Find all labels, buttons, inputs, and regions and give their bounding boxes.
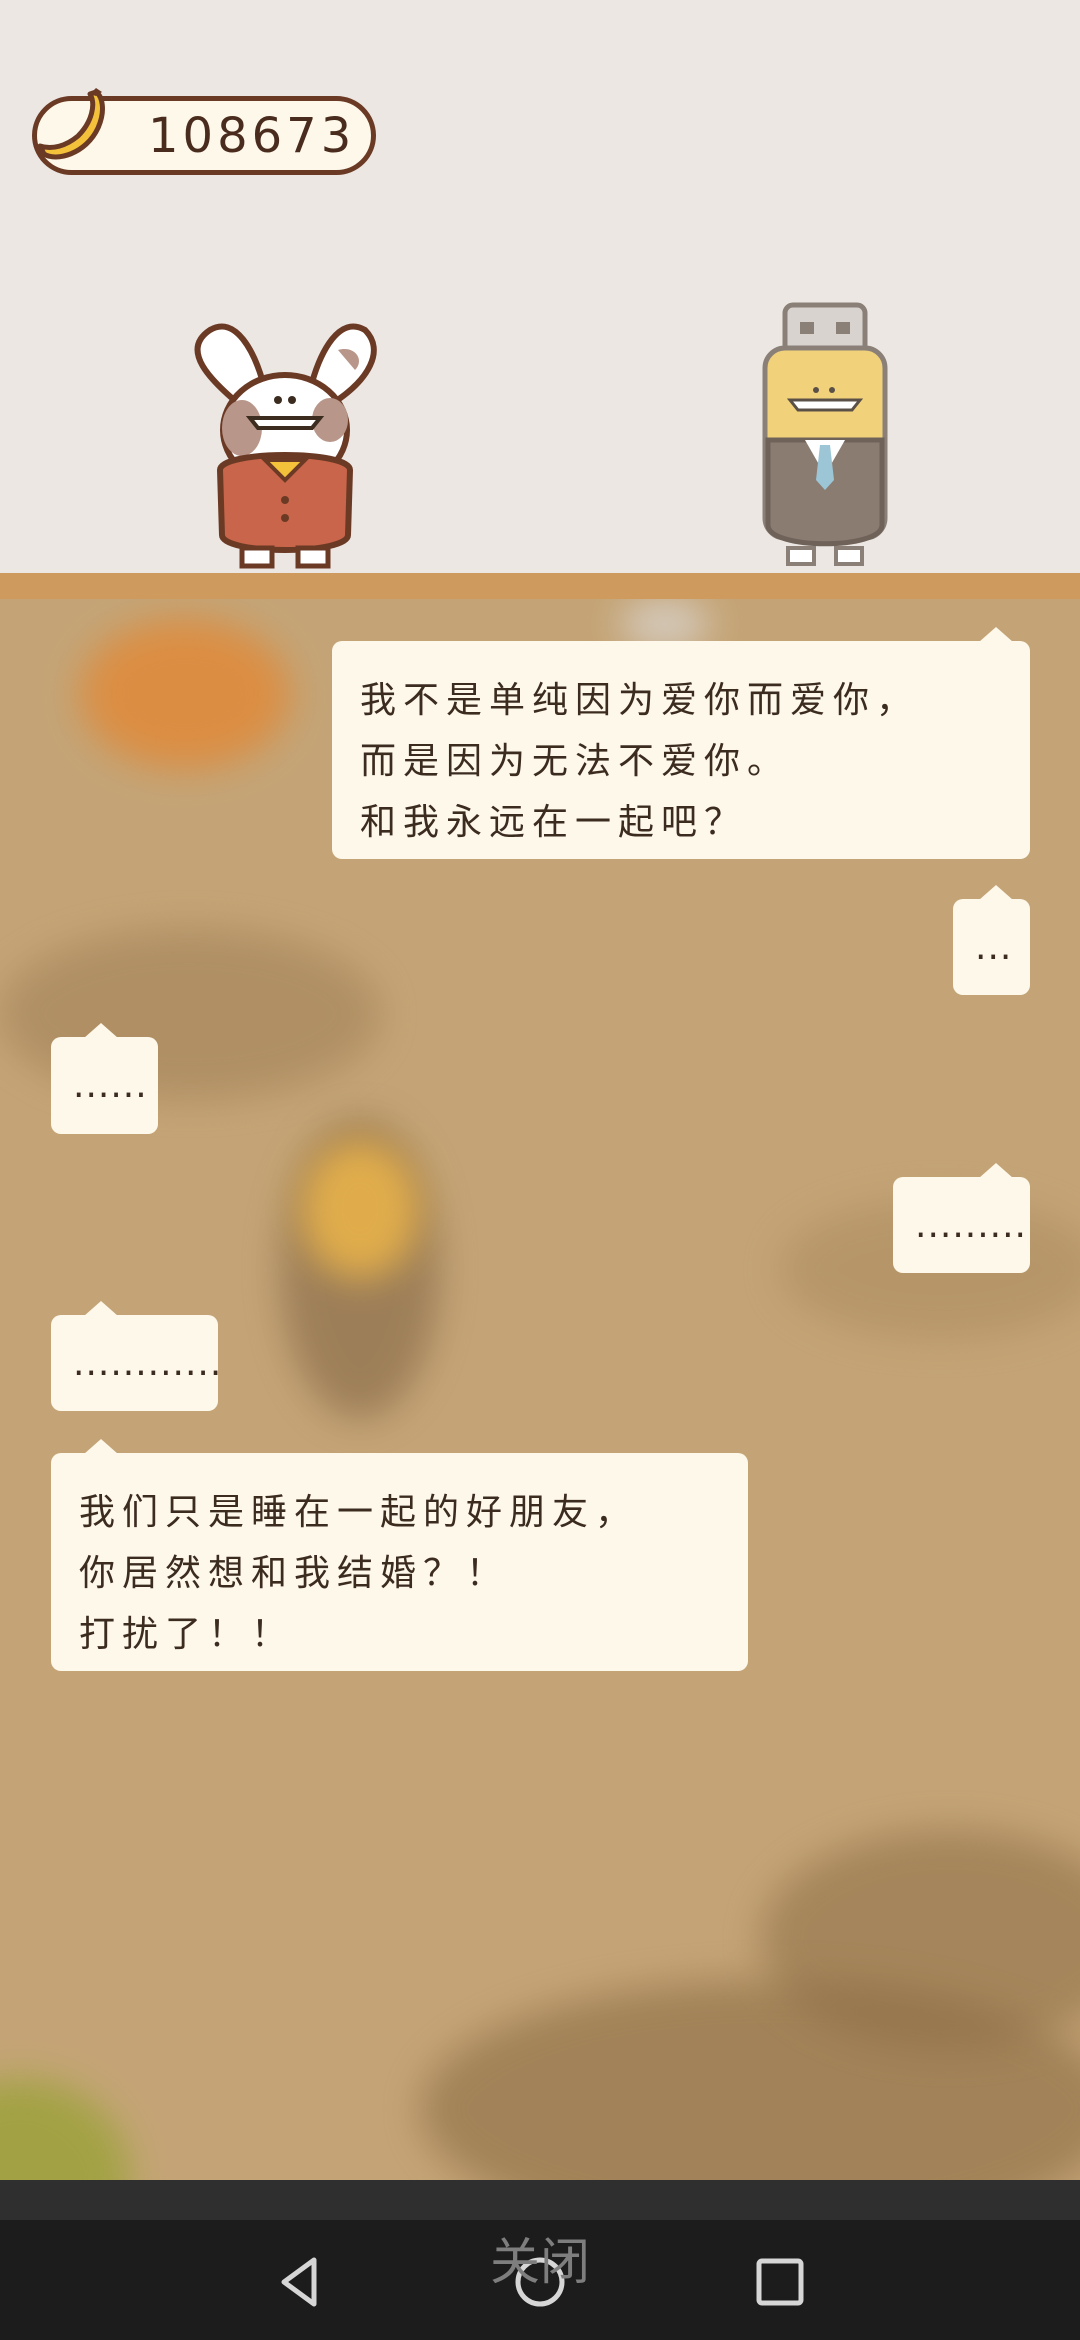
dialog-bubble-right: ... (953, 885, 1030, 995)
dialog-line: 打扰了！！ (79, 1614, 295, 1655)
dialog-line: ... (975, 927, 1013, 968)
dialog-bubble-left: 我们只是睡在一起的好朋友， 你居然想和我结婚？！ 打扰了！！ (51, 1439, 748, 1671)
banana-count: 108673 (148, 108, 356, 164)
dialog-bubble-right: 我不是单纯因为爱你而爱你， 而是因为无法不爱你。 和我永远在一起吧？ (332, 627, 1030, 859)
dialog-line: 我不是单纯因为爱你而爱你， (360, 680, 920, 721)
shelf-divider (0, 573, 1080, 599)
close-button[interactable]: 关闭 (480, 2232, 600, 2292)
dialog-line: ............ (73, 1343, 223, 1384)
footer-strip (0, 2180, 1080, 2220)
robot-character[interactable] (750, 300, 900, 570)
back-icon[interactable] (270, 2252, 330, 2312)
recents-icon[interactable] (750, 2252, 810, 2312)
dialog-line: 我们只是睡在一起的好朋友， (79, 1492, 639, 1533)
banana-icon (37, 88, 105, 160)
dialog-line: 和我永远在一起吧？ (360, 802, 748, 843)
dialog-line: ......... (915, 1205, 1027, 1246)
dialog-line: ...... (73, 1065, 148, 1106)
dialog-bubble-left: ............ (51, 1301, 223, 1411)
rabbit-character[interactable] (180, 310, 390, 570)
dialog-bubble-left: ...... (51, 1023, 158, 1134)
dialog-line: 你居然想和我结婚？！ (79, 1553, 510, 1594)
dialog-bubble-right: ......... (893, 1163, 1030, 1273)
top-stage (0, 0, 1080, 573)
dialog-line: 而是因为无法不爱你。 (360, 741, 791, 782)
